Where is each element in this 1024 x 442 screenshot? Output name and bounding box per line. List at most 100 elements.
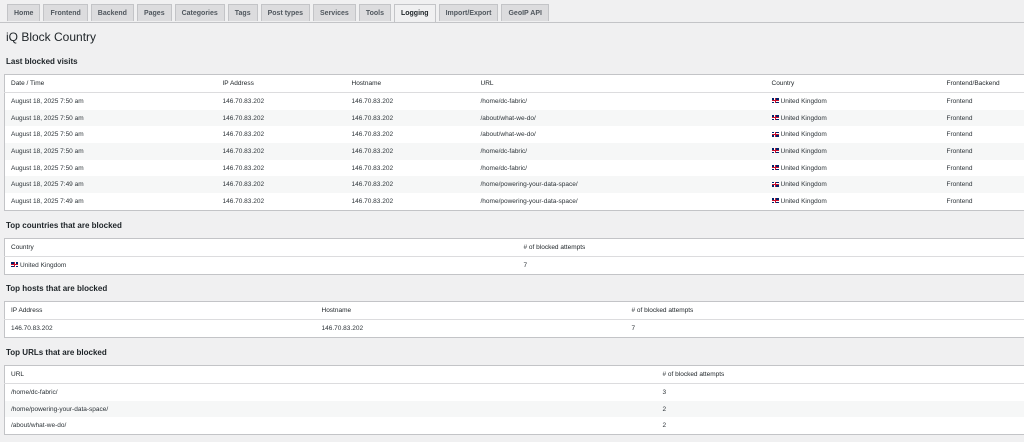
- tab-import-export[interactable]: Import/Export: [438, 4, 499, 21]
- cell-url: /about/what-we-do/: [474, 109, 766, 127]
- cell-country: United Kingdom: [766, 126, 941, 143]
- cell-ip: 146.70.83.202: [11, 324, 53, 332]
- country-name: United Kingdom: [780, 164, 827, 172]
- cell-hostname: 146.70.83.202: [351, 131, 394, 139]
- cell-ip: 146.70.83.202: [222, 131, 265, 139]
- country-name: United Kingdom: [20, 261, 67, 269]
- cell-hostname: 146.70.83.202: [345, 143, 475, 160]
- uk-flag-icon: [771, 148, 779, 154]
- col-country: Country: [4, 238, 518, 257]
- tab-tools[interactable]: Tools: [358, 4, 391, 21]
- cell-url: /home/powering-your-data-space/: [474, 176, 766, 194]
- cell-ip: 146.70.83.202: [222, 97, 265, 105]
- cell-hostname: 146.70.83.202: [351, 197, 394, 205]
- col-hostname: Hostname: [345, 74, 475, 93]
- table-row: /home/powering-your-data-space/ 2: [4, 400, 1024, 418]
- col-blocked-attempts: # of blocked attempts: [656, 365, 1024, 384]
- country-name: United Kingdom: [780, 197, 827, 205]
- cell-url: /home/dc-fabric/: [11, 388, 58, 396]
- cell-hostname: 146.70.83.202: [345, 109, 475, 127]
- cell-side: Frontend: [946, 131, 973, 139]
- col-blocked-attempts: # of blocked attempts: [625, 301, 1024, 320]
- cell-side: Frontend: [940, 109, 1024, 127]
- cell-url: /about/what-we-do/: [480, 131, 536, 139]
- section-title-visits: Last blocked visits: [6, 57, 78, 66]
- cell-url: /home/powering-your-data-space/: [4, 400, 657, 418]
- cell-datetime: August 18, 2025 7:49 am: [11, 197, 84, 205]
- uk-flag-icon: [771, 165, 779, 171]
- cell-count: 3: [662, 388, 667, 396]
- cell-side: Frontend: [946, 164, 973, 172]
- cell-hostname: 146.70.83.202: [351, 97, 394, 105]
- table-row: August 18, 2025 7:50 am 146.70.83.202 14…: [4, 109, 1024, 127]
- cell-count: 2: [656, 400, 1024, 418]
- tab-home[interactable]: Home: [7, 4, 41, 21]
- country-name: United Kingdom: [780, 97, 827, 105]
- tab-geoip-api[interactable]: GeoIP API: [501, 4, 549, 21]
- country-name: United Kingdom: [780, 114, 827, 122]
- country-name: United Kingdom: [780, 147, 827, 155]
- table-row: August 18, 2025 7:49 am 146.70.83.202 14…: [5, 193, 1024, 210]
- uk-flag-icon: [771, 181, 779, 187]
- tab-divider: [0, 22, 1024, 23]
- cell-datetime: August 18, 2025 7:49 am: [4, 176, 217, 194]
- cell-side: Frontend: [940, 176, 1024, 194]
- cell-side: Frontend: [946, 97, 973, 105]
- tab-logging[interactable]: Logging: [393, 4, 436, 23]
- col-blocked-attempts: # of blocked attempts: [517, 238, 1024, 257]
- cell-side: Frontend: [940, 143, 1024, 160]
- cell-ip: 146.70.83.202: [216, 109, 346, 127]
- cell-url: /home/dc-fabric/: [480, 164, 528, 172]
- table-header-row: IP Address Hostname # of blocked attempt…: [4, 301, 1024, 320]
- table-row: 146.70.83.202 146.70.83.202 7: [5, 320, 1024, 338]
- cell-url: /home/powering-your-data-space/: [480, 197, 578, 205]
- cell-datetime: August 18, 2025 7:50 am: [4, 143, 217, 160]
- cell-count: 7: [523, 261, 528, 269]
- cell-ip: 146.70.83.202: [216, 143, 346, 160]
- cell-country: United Kingdom: [766, 160, 941, 177]
- cell-url: /about/what-we-do/: [11, 422, 67, 430]
- cell-country: United Kingdom: [5, 257, 518, 275]
- table-row: August 18, 2025 7:50 am 146.70.83.202 14…: [5, 126, 1024, 143]
- uk-flag-icon: [771, 198, 779, 204]
- tab-categories[interactable]: Categories: [174, 4, 225, 21]
- col-ip-address: IP Address: [4, 301, 316, 320]
- table-row: United Kingdom 7: [5, 257, 1024, 275]
- col-hostname: Hostname: [315, 301, 626, 320]
- cell-datetime: August 18, 2025 7:50 am: [11, 97, 84, 105]
- uk-flag-icon: [771, 98, 779, 104]
- col-frontend-backend: Frontend/Backend: [940, 74, 1024, 93]
- col-ip-address: IP Address: [216, 74, 346, 93]
- tab-services[interactable]: Services: [313, 4, 356, 21]
- cell-datetime: August 18, 2025 7:50 am: [11, 164, 84, 172]
- settings-tabs: Home Frontend Backend Pages Categories T…: [7, 4, 549, 23]
- top-hosts-table: IP Address Hostname # of blocked attempt…: [4, 301, 1024, 338]
- uk-flag-icon: [11, 262, 18, 268]
- col-url: URL: [474, 74, 766, 93]
- cell-url: /home/dc-fabric/: [480, 97, 528, 105]
- col-date-time: Date / Time: [4, 74, 217, 93]
- tab-tags[interactable]: Tags: [227, 4, 258, 21]
- table-row: /home/dc-fabric/ 3: [5, 384, 1024, 401]
- col-url: URL: [4, 365, 657, 384]
- tab-frontend[interactable]: Frontend: [43, 4, 88, 21]
- uk-flag-icon: [771, 131, 779, 137]
- blocked-visits-table: Date / Time IP Address Hostname URL Coun…: [4, 74, 1024, 211]
- section-title-urls: Top URLs that are blocked: [6, 348, 107, 357]
- top-countries-table: Country # of blocked attempts United Kin…: [4, 238, 1024, 275]
- tab-pages[interactable]: Pages: [136, 4, 172, 21]
- cell-datetime: August 18, 2025 7:50 am: [4, 109, 217, 127]
- cell-country: United Kingdom: [765, 109, 941, 127]
- table-header-row: URL # of blocked attempts: [4, 365, 1024, 384]
- country-name: United Kingdom: [780, 131, 827, 139]
- table-row: August 18, 2025 7:50 am 146.70.83.202 14…: [5, 93, 1024, 110]
- cell-ip: 146.70.83.202: [216, 176, 346, 194]
- top-urls-table: URL # of blocked attempts /home/dc-fabri…: [4, 365, 1024, 436]
- tab-post-types[interactable]: Post types: [260, 4, 311, 21]
- cell-country: United Kingdom: [766, 93, 941, 110]
- table-row: August 18, 2025 7:50 am 146.70.83.202 14…: [5, 160, 1024, 177]
- table-row: August 18, 2025 7:49 am 146.70.83.202 14…: [4, 176, 1024, 194]
- table-row: /about/what-we-do/ 2: [5, 417, 1024, 434]
- table-header-row: Country # of blocked attempts: [4, 238, 1024, 257]
- tab-backend[interactable]: Backend: [90, 4, 134, 21]
